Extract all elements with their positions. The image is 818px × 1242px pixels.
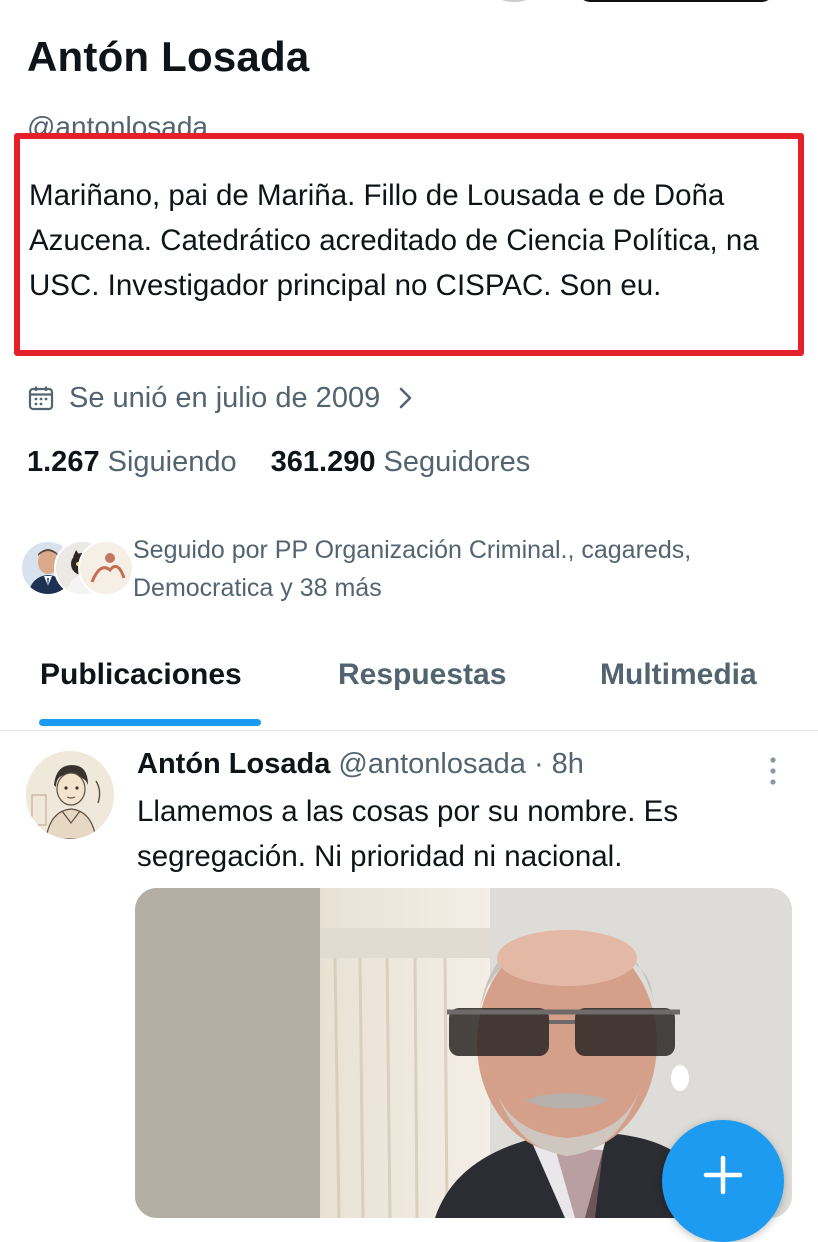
following-label: Siguiendo	[107, 446, 237, 478]
plus-icon	[703, 1155, 743, 1195]
profile-tabs: Publicaciones Respuestas Multimedia	[0, 640, 818, 731]
profile-bio: Mariñano, pai de Mariña. Fillo de Lousad…	[29, 179, 759, 302]
followed-by-text[interactable]: Seguido por PP Organización Criminal., c…	[133, 531, 813, 607]
post-header: Antón Losada @antonlosada · 8h	[137, 748, 584, 781]
post-author-name[interactable]: Antón Losada	[137, 748, 330, 780]
active-tab-indicator	[39, 719, 261, 726]
following-link[interactable]: 1.267 Siguiendo	[27, 446, 237, 478]
followers-count: 361.290	[270, 446, 376, 478]
follow-button-edge[interactable]	[576, 0, 776, 2]
profile-avatar-edge[interactable]	[493, 0, 535, 2]
tab-respuestas[interactable]: Respuestas	[338, 658, 506, 692]
profile-stats: 1.267 Siguiendo 361.290 Seguidores	[27, 446, 530, 479]
compose-button[interactable]	[662, 1120, 784, 1242]
more-vertical-icon[interactable]	[766, 756, 780, 786]
followers-you-know-avatars[interactable]	[20, 540, 134, 596]
highlight-box: Mariñano, pai de Mariña. Fillo de Lousad…	[14, 133, 804, 356]
post-author-avatar[interactable]	[26, 751, 114, 839]
post-separator: ·	[533, 748, 544, 780]
calendar-icon	[28, 386, 54, 411]
chevron-right-icon	[399, 387, 412, 409]
post-text: Llamemos a las cosas por su nombre. Es s…	[137, 795, 679, 873]
avatar	[78, 540, 134, 596]
tab-publicaciones[interactable]: Publicaciones	[40, 658, 242, 692]
joined-date[interactable]: Se unió en julio de 2009	[28, 377, 414, 419]
joined-label: Se unió en julio de 2009	[69, 381, 381, 414]
followers-link[interactable]: 361.290 Seguidores	[271, 446, 531, 478]
post-time[interactable]: 8h	[552, 748, 584, 780]
tab-multimedia[interactable]: Multimedia	[600, 658, 757, 692]
post-author-handle[interactable]: @antonlosada	[338, 748, 525, 780]
profile-name: Antón Losada	[27, 33, 310, 80]
followers-label: Seguidores	[383, 446, 531, 478]
following-count: 1.267	[27, 446, 100, 478]
